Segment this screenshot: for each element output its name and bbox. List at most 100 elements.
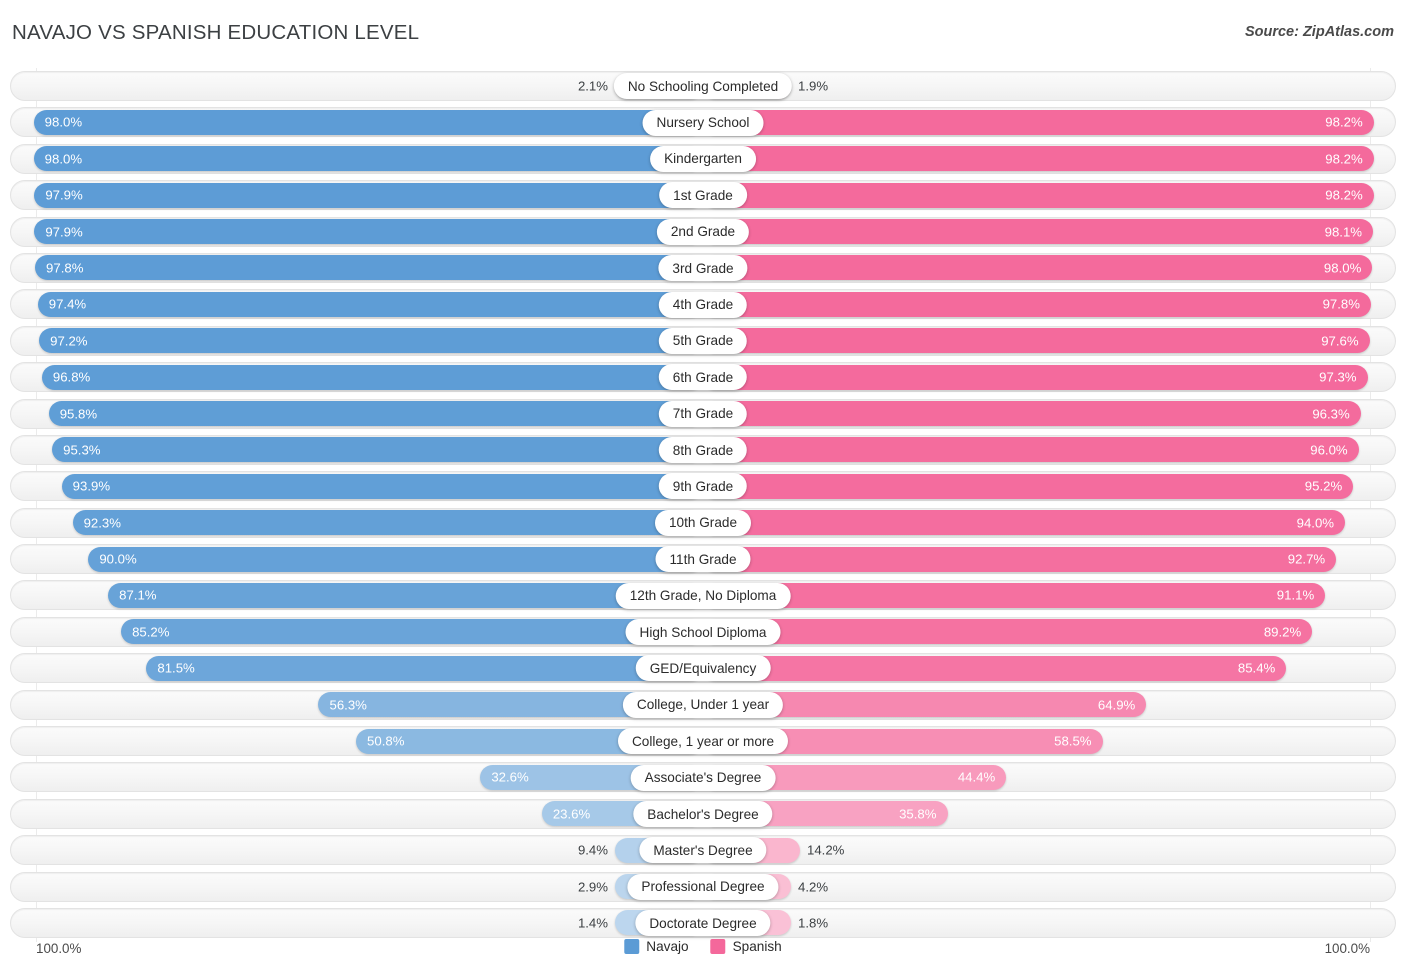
bar-row[interactable]: 95.8% 96.3% 7th Grade: [0, 396, 1406, 432]
category-label[interactable]: Nursery School: [642, 109, 764, 136]
bar-row[interactable]: 81.5% 85.4% GED/Equivalency: [0, 650, 1406, 686]
bar-value-navajo: 97.4%: [48, 296, 87, 312]
bar-spanish[interactable]: 97.6%: [703, 328, 1370, 354]
bar-value-spanish: 98.2%: [1325, 151, 1363, 167]
bar-row[interactable]: 2.1% 1.9% No Schooling Completed: [0, 68, 1406, 104]
category-label[interactable]: Master's Degree: [639, 837, 767, 864]
bar-spanish[interactable]: 89.2%: [703, 619, 1313, 645]
category-label[interactable]: 3rd Grade: [658, 255, 748, 282]
category-label[interactable]: 12th Grade, No Diploma: [615, 582, 791, 609]
bar-navajo[interactable]: 98.0%: [33, 109, 703, 135]
category-label[interactable]: 1st Grade: [659, 182, 747, 209]
bar-row[interactable]: 85.2% 89.2% High School Diploma: [0, 614, 1406, 650]
category-label[interactable]: Doctorate Degree: [635, 910, 771, 937]
bar-navajo[interactable]: 97.2%: [39, 328, 703, 354]
bar-row[interactable]: 95.3% 96.0% 8th Grade: [0, 432, 1406, 468]
bar-row[interactable]: 92.3% 94.0% 10th Grade: [0, 505, 1406, 541]
bar-spanish[interactable]: 94.0%: [703, 510, 1346, 536]
bar-row[interactable]: 96.8% 97.3% 6th Grade: [0, 359, 1406, 395]
bar-navajo[interactable]: 98.0%: [33, 146, 703, 172]
bar-spanish[interactable]: 96.0%: [703, 437, 1359, 463]
category-label[interactable]: High School Diploma: [625, 619, 781, 646]
bar-value-spanish: 96.3%: [1312, 405, 1350, 421]
bar-row[interactable]: 56.3% 64.9% College, Under 1 year: [0, 687, 1406, 723]
bar-spanish[interactable]: 97.3%: [703, 364, 1368, 390]
bar-navajo[interactable]: 87.1%: [108, 582, 703, 608]
bar-navajo[interactable]: 93.9%: [61, 473, 703, 499]
page-title: NAVAJO VS SPANISH EDUCATION LEVEL: [12, 21, 420, 44]
bar-navajo[interactable]: 85.2%: [121, 619, 703, 645]
bar-navajo[interactable]: 97.8%: [35, 255, 703, 281]
category-label[interactable]: 8th Grade: [658, 437, 748, 464]
bar-value-spanish: 1.8%: [798, 915, 829, 931]
bar-value-navajo: 32.6%: [491, 769, 529, 785]
bar-row[interactable]: 97.4% 97.8% 4th Grade: [0, 286, 1406, 322]
bar-spanish[interactable]: 98.2%: [703, 182, 1374, 208]
bar-spanish[interactable]: 92.7%: [703, 546, 1337, 572]
bar-value-spanish: 1.9%: [798, 78, 829, 94]
category-label[interactable]: 6th Grade: [658, 364, 748, 391]
bar-spanish[interactable]: 95.2%: [703, 473, 1354, 499]
category-label[interactable]: 2nd Grade: [656, 218, 750, 245]
bar-value-navajo: 81.5%: [157, 660, 195, 676]
bar-navajo[interactable]: 97.9%: [34, 182, 703, 208]
bar-row[interactable]: 98.0% 98.2% Nursery School: [0, 104, 1406, 140]
bar-value-spanish: 4.2%: [798, 878, 829, 894]
category-label[interactable]: 10th Grade: [654, 509, 752, 536]
bar-row[interactable]: 32.6% 44.4% Associate's Degree: [0, 759, 1406, 795]
bar-row[interactable]: 1.4% 1.8% Doctorate Degree: [0, 905, 1406, 941]
legend-item-navajo[interactable]: Navajo: [624, 939, 689, 954]
bar-value-spanish: 64.9%: [1097, 697, 1136, 713]
category-label[interactable]: GED/Equivalency: [635, 655, 771, 682]
bar-spanish[interactable]: 98.0%: [703, 255, 1373, 281]
bar-value-navajo: 50.8%: [367, 733, 405, 749]
bar-value-spanish: 14.2%: [806, 842, 845, 858]
legend-item-spanish[interactable]: Spanish: [710, 939, 782, 954]
bar-navajo[interactable]: 97.4%: [37, 291, 703, 317]
category-label[interactable]: 4th Grade: [658, 291, 748, 318]
bar-spanish[interactable]: 85.4%: [703, 655, 1287, 681]
bar-row[interactable]: 97.2% 97.6% 5th Grade: [0, 323, 1406, 359]
category-label[interactable]: Professional Degree: [627, 873, 779, 900]
bar-row[interactable]: 97.9% 98.2% 1st Grade: [0, 177, 1406, 213]
bar-row[interactable]: 50.8% 58.5% College, 1 year or more: [0, 723, 1406, 759]
bar-spanish[interactable]: 98.2%: [703, 146, 1374, 172]
bar-row[interactable]: 98.0% 98.2% Kindergarten: [0, 141, 1406, 177]
bar-spanish[interactable]: 91.1%: [703, 582, 1326, 608]
bar-value-navajo: 2.9%: [577, 878, 608, 894]
bar-row[interactable]: 97.9% 98.1% 2nd Grade: [0, 214, 1406, 250]
bar-spanish[interactable]: 97.8%: [703, 291, 1371, 317]
category-label[interactable]: Associate's Degree: [630, 764, 776, 791]
bar-value-navajo: 96.8%: [52, 369, 91, 385]
bar-navajo[interactable]: 95.3%: [52, 437, 703, 463]
category-label[interactable]: Bachelor's Degree: [633, 801, 773, 827]
category-label[interactable]: 7th Grade: [658, 400, 748, 427]
bar-navajo[interactable]: 92.3%: [72, 510, 703, 536]
bar-navajo[interactable]: 97.9%: [34, 219, 703, 245]
bar-row[interactable]: 93.9% 95.2% 9th Grade: [0, 468, 1406, 504]
bar-navajo[interactable]: 81.5%: [146, 655, 703, 681]
category-label[interactable]: 9th Grade: [658, 473, 748, 500]
bar-row[interactable]: 9.4% 14.2% Master's Degree: [0, 832, 1406, 868]
category-label[interactable]: College, Under 1 year: [622, 691, 784, 718]
bar-row[interactable]: 2.9% 4.2% Professional Degree: [0, 869, 1406, 905]
bar-spanish[interactable]: 96.3%: [703, 401, 1361, 427]
bar-value-spanish: 97.3%: [1319, 369, 1357, 385]
category-label[interactable]: 11th Grade: [655, 546, 751, 573]
bar-navajo[interactable]: 95.8%: [48, 401, 703, 427]
bar-spanish[interactable]: 98.2%: [703, 109, 1374, 135]
bar-row[interactable]: 90.0% 92.7% 11th Grade: [0, 541, 1406, 577]
bar-navajo[interactable]: 90.0%: [88, 546, 703, 572]
bar-value-spanish: 97.6%: [1321, 333, 1359, 349]
category-label[interactable]: College, 1 year or more: [617, 728, 789, 755]
bar-row[interactable]: 87.1% 91.1% 12th Grade, No Diploma: [0, 577, 1406, 613]
bar-row[interactable]: 97.8% 98.0% 3rd Grade: [0, 250, 1406, 286]
bar-value-navajo: 98.0%: [44, 114, 83, 130]
category-label[interactable]: 5th Grade: [658, 327, 748, 354]
bar-row[interactable]: 23.6% 35.8% Bachelor's Degree: [0, 796, 1406, 832]
category-label[interactable]: No Schooling Completed: [613, 73, 793, 100]
category-label[interactable]: Kindergarten: [650, 145, 756, 172]
bar-navajo[interactable]: 96.8%: [41, 364, 703, 390]
bar-value-navajo: 97.8%: [46, 260, 84, 276]
bar-spanish[interactable]: 98.1%: [703, 219, 1374, 245]
